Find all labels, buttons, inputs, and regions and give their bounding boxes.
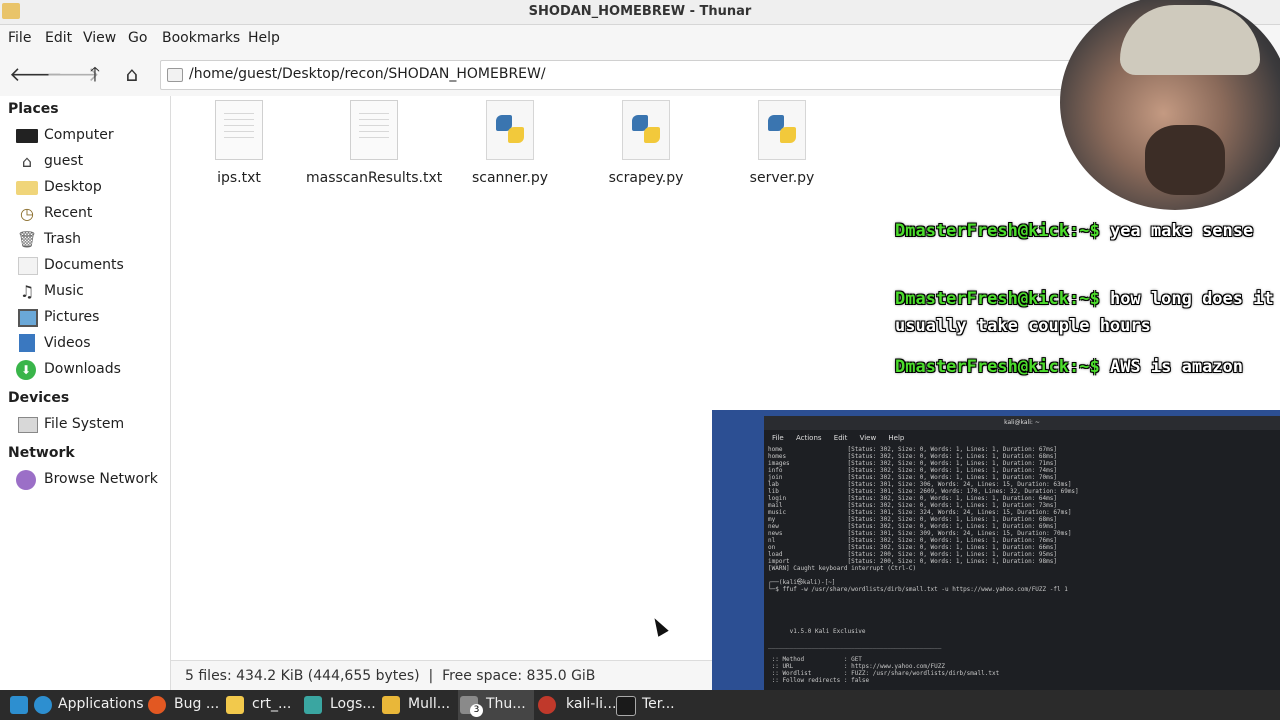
file-item-scrapey-py[interactable]: scrapey.py <box>578 100 714 186</box>
python-file-icon <box>486 100 534 160</box>
file-name: masscanResults.txt <box>306 170 443 186</box>
sidebar-item-documents[interactable]: Documents <box>16 254 166 278</box>
text-editor-icon <box>226 696 244 714</box>
terminal-menu-file[interactable]: File <box>772 434 784 442</box>
home-icon[interactable]: ⌂ <box>119 62 145 86</box>
chat-message: DmasterFresh@kick:~$ AWS is amazon <box>895 354 1275 381</box>
menu-bookmarks[interactable]: Bookmarks <box>162 30 240 46</box>
sidebar-section-devices: Devices <box>8 390 70 406</box>
pictures-icon <box>18 309 38 327</box>
chat-text: AWS is amazon <box>1109 357 1244 377</box>
file-name: ips.txt <box>217 170 261 186</box>
sidebar-section-network: Network <box>8 445 75 461</box>
forward-arrow-icon[interactable]: 🡒 <box>46 62 100 86</box>
terminal-icon <box>616 696 636 716</box>
sidebar-item-videos[interactable]: Videos <box>16 332 166 356</box>
chat-username: DmasterFresh@kick:~$ <box>895 221 1100 241</box>
file-item-scanner-py[interactable]: scanner.py <box>442 100 578 186</box>
kali-dragon-icon <box>34 696 52 714</box>
firefox-icon <box>148 696 166 714</box>
menu-file[interactable]: File <box>8 30 31 46</box>
mullvad-icon <box>382 696 400 714</box>
file-name: server.py <box>749 170 815 186</box>
text-file-icon <box>350 100 398 160</box>
chat-message: DmasterFresh@kick:~$ how long does it us… <box>895 286 1275 340</box>
terminal-overlay: kali@kali: ~ File Actions Edit View Help… <box>712 410 1280 720</box>
file-name: scrapey.py <box>608 170 684 186</box>
text-file-icon <box>215 100 263 160</box>
drive-icon <box>18 417 38 433</box>
sidebar-item-desktop[interactable]: Desktop <box>16 176 166 200</box>
terminal-menu-help[interactable]: Help <box>888 434 904 442</box>
location-path: /home/guest/Desktop/recon/SHODAN_HOMEBRE… <box>189 66 546 82</box>
terminal-window: kali@kali: ~ File Actions Edit View Help… <box>764 416 1280 720</box>
kali-dragon-icon <box>10 696 28 714</box>
webcam-person-beard <box>1145 125 1225 195</box>
file-name: scanner.py <box>471 170 549 186</box>
download-icon: ⬇ <box>16 360 36 380</box>
documents-icon <box>18 257 38 275</box>
up-arrow-icon[interactable]: 🡑 <box>82 62 108 86</box>
taskbar: Applications Bug ... crt_... Logs... Mul… <box>0 690 1280 720</box>
sidebar-section-places: Places <box>8 101 59 117</box>
window-titlebar: SHODAN_HOMEBREW - Thunar <box>0 0 1280 25</box>
film-icon <box>19 334 35 352</box>
terminal-output: home [Status: 302, Size: 0, Words: 1, Li… <box>768 446 1079 684</box>
taskbar-item-text-editor[interactable]: crt_... <box>224 690 296 720</box>
music-note-icon: ♫ <box>19 282 35 301</box>
file-item-masscanresults-txt[interactable]: masscanResults.txt <box>306 100 442 186</box>
home-folder-icon: ⌂ <box>21 152 33 171</box>
terminal-menu-actions[interactable]: Actions <box>796 434 822 442</box>
terminal-menubar: File Actions Edit View Help <box>772 434 914 442</box>
sidebar-item-guest[interactable]: ⌂ guest <box>16 150 166 174</box>
terminal-menu-view[interactable]: View <box>860 434 877 442</box>
window-title: SHODAN_HOMEBREW - Thunar <box>528 4 752 19</box>
status-text: 5 files: 434.2 KiB (444,655 bytes) | Fre… <box>185 668 596 684</box>
taskbar-applications-menu[interactable]: Applications <box>6 690 144 720</box>
trash-icon: 🗑 <box>16 230 38 249</box>
sidebar-item-browse-network[interactable]: Browse Network <box>16 468 166 492</box>
sidebar-item-recent[interactable]: ◷ Recent <box>16 202 166 226</box>
monitor-icon <box>16 129 38 143</box>
taskbar-item-firefox[interactable]: Bug ... <box>146 690 219 720</box>
folder-icon <box>16 181 38 195</box>
taskbar-item-thunar[interactable]: 3 Thu... <box>458 690 534 720</box>
menu-view[interactable]: View <box>83 30 116 46</box>
python-file-icon <box>758 100 806 160</box>
file-item-server-py[interactable]: server.py <box>714 100 850 186</box>
terminal-title: kali@kali: ~ <box>764 416 1280 430</box>
terminal-menu-edit[interactable]: Edit <box>834 434 848 442</box>
sidebar-item-computer[interactable]: Computer <box>16 124 166 148</box>
sidebar: Places Computer ⌂ guest Desktop ◷ Recent… <box>0 96 171 690</box>
menu-go[interactable]: Go <box>128 30 147 46</box>
folder-icon <box>167 68 183 82</box>
menu-edit[interactable]: Edit <box>45 30 72 46</box>
file-item-ips-txt[interactable]: ips.txt <box>171 100 307 186</box>
sidebar-item-downloads[interactable]: ⬇ Downloads <box>16 358 166 382</box>
window-count-badge: 3 <box>470 704 483 717</box>
webcam-overlay <box>1060 0 1280 210</box>
python-file-icon <box>622 100 670 160</box>
taskbar-item-mullvad[interactable]: Mull... <box>380 690 454 720</box>
network-icon <box>16 470 36 490</box>
sidebar-item-file-system[interactable]: File System <box>16 413 166 437</box>
sidebar-item-trash[interactable]: 🗑 Trash <box>16 228 166 252</box>
back-arrow-icon[interactable]: 🡐 <box>9 62 63 86</box>
logs-icon <box>304 696 322 714</box>
chat-text: yea make sense <box>1109 221 1254 241</box>
taskbar-item-vm[interactable]: kali-li... <box>536 690 616 720</box>
chat-message: DmasterFresh@kick:~$ yea make sense <box>895 218 1275 245</box>
taskbar-item-logs[interactable]: Logs... <box>302 690 376 720</box>
menu-help[interactable]: Help <box>248 30 280 46</box>
sidebar-item-pictures[interactable]: Pictures <box>16 306 166 330</box>
chat-username: DmasterFresh@kick:~$ <box>895 289 1100 309</box>
vm-icon <box>538 696 556 714</box>
taskbar-item-terminal[interactable]: Ter... <box>614 690 690 720</box>
clock-icon: ◷ <box>20 204 34 223</box>
thunar-folder-icon <box>2 3 20 19</box>
chat-username: DmasterFresh@kick:~$ <box>895 357 1100 377</box>
webcam-person-cap <box>1120 5 1260 75</box>
sidebar-item-music[interactable]: ♫ Music <box>16 280 166 304</box>
